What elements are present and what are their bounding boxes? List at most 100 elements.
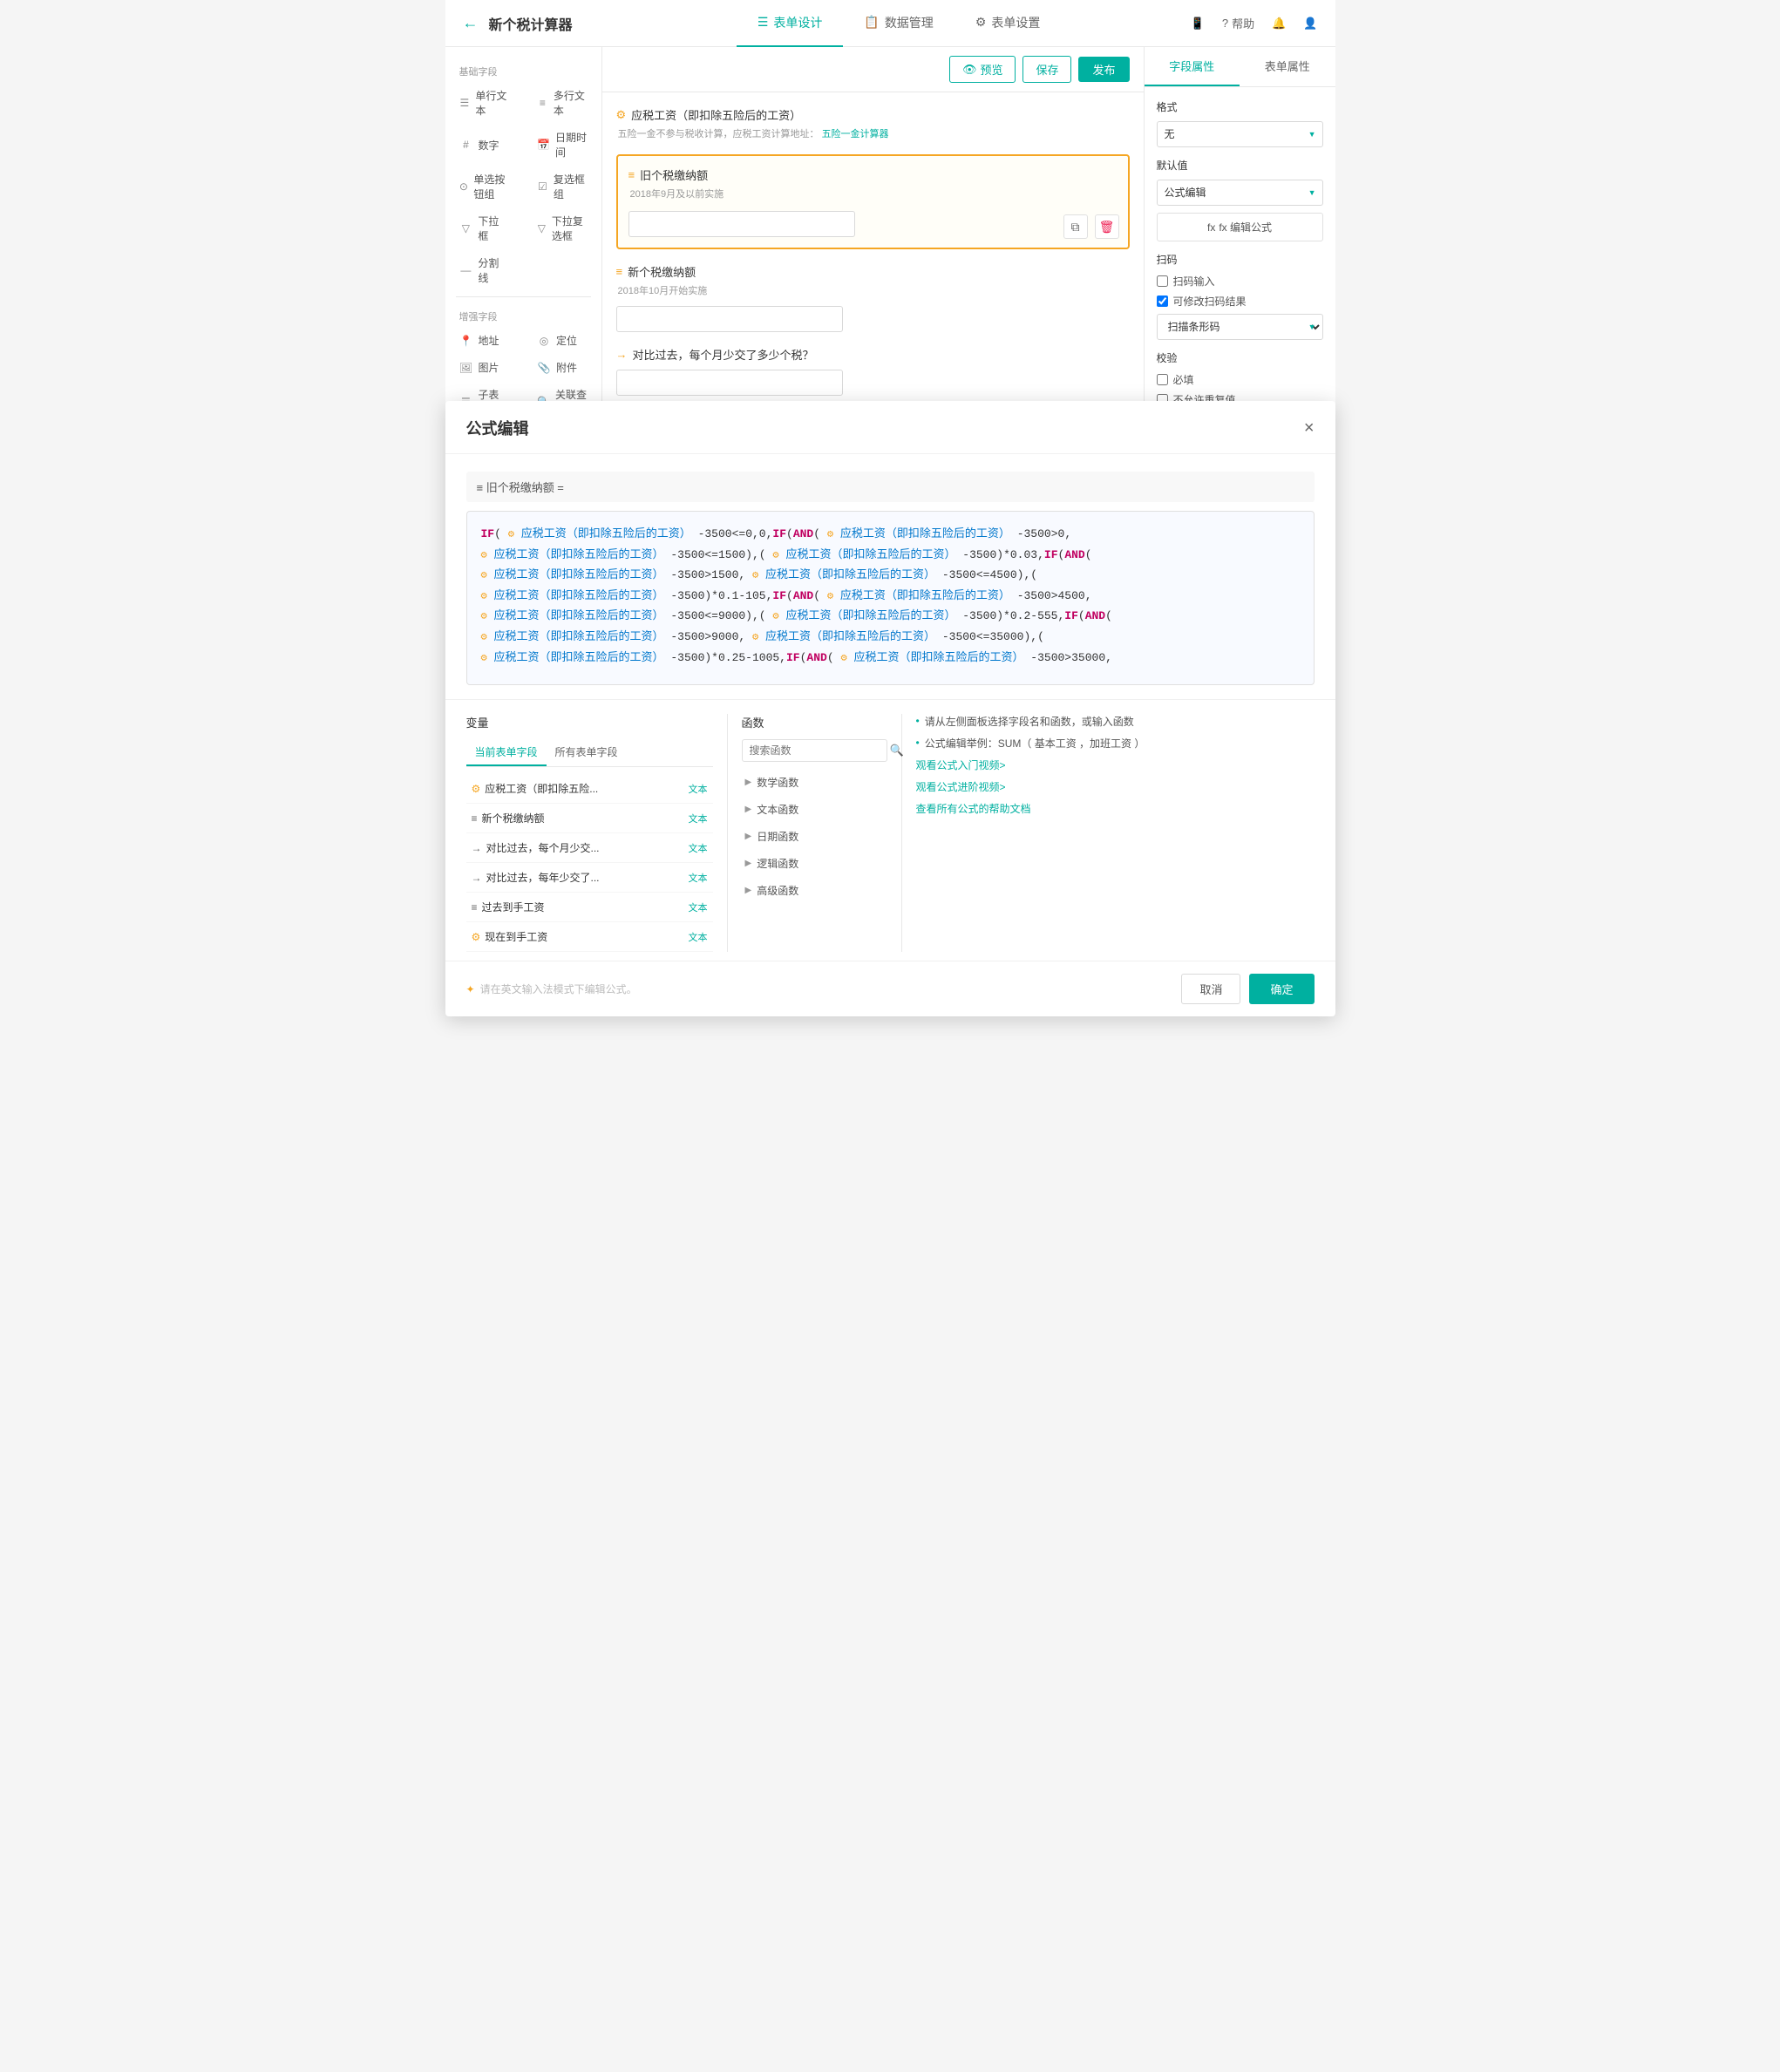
scan-input-checkbox[interactable] — [1157, 275, 1168, 287]
format-select[interactable]: 无 — [1157, 121, 1323, 147]
back-button[interactable]: ← — [463, 14, 479, 32]
tab-data-management-label: 数据管理 — [885, 14, 934, 31]
form-settings-icon: ⚙ — [975, 15, 987, 30]
taxable-income-sublabel: 五险一金不参与税收计算，应税工资计算地址： 五险一金计算器 — [618, 126, 1130, 140]
address-icon: 📍 — [459, 334, 473, 348]
default-value-section-title: 默认值 — [1157, 158, 1323, 173]
func-category-date[interactable]: ▶ 日期函数 — [742, 823, 887, 850]
copy-field-button[interactable]: ⧉ — [1063, 214, 1088, 239]
scan-type-select[interactable]: 扫描条形码 — [1157, 314, 1323, 340]
bell-icon-btn[interactable]: 🔔 — [1272, 17, 1286, 31]
field-new-tax: ≡ 新个税缴纳额 2018年10月开始实施 — [616, 263, 1130, 332]
preview-button[interactable]: 👁 预览 — [949, 56, 1016, 83]
sidebar-item-single-text[interactable]: ☰ 单行文本 — [445, 82, 524, 124]
text-arrow-icon: ▶ — [745, 805, 752, 814]
logic-arrow-icon: ▶ — [745, 859, 752, 868]
formula-editor-title: 公式编辑 — [466, 417, 529, 439]
save-button[interactable]: 保存 — [1022, 56, 1071, 83]
tab-field-props[interactable]: 字段属性 — [1145, 47, 1240, 86]
sidebar-item-number[interactable]: # 数字 — [445, 124, 524, 166]
func-search-box: 🔍 — [742, 739, 887, 762]
publish-button[interactable]: 发布 — [1078, 57, 1129, 82]
tab-data-management[interactable]: 📋 数据管理 — [843, 0, 954, 47]
sidebar-item-multi-text[interactable]: ≡ 多行文本 — [523, 82, 601, 124]
cancel-button[interactable]: 取消 — [1181, 974, 1240, 1004]
confirm-button[interactable]: 确定 — [1249, 974, 1314, 1004]
sidebar-item-datetime[interactable]: 📅 日期时间 — [523, 124, 601, 166]
help-link-2[interactable]: 观看公式进阶视频> — [916, 779, 1315, 794]
field-taxable-income: ⚙ 应税工资（即扣除五险后的工资） 五险一金不参与税收计算，应税工资计算地址： … — [616, 106, 1130, 140]
sidebar-item-address[interactable]: 📍 地址 — [445, 327, 524, 354]
basic-fields-grid: ☰ 单行文本 ≡ 多行文本 # 数字 📅 日期时间 ⊙ 单选按钮组 — [445, 82, 601, 291]
formula-bottom-panel: 变量 当前表单字段 所有表单字段 ⚙ 应税工资（即扣除五险... 文本 ≡ 新个… — [445, 699, 1335, 952]
default-value-select[interactable]: 公式编辑 — [1157, 180, 1323, 206]
tab-current-fields[interactable]: 当前表单字段 — [466, 739, 547, 766]
default-value-select-wrap: 公式编辑 — [1157, 180, 1323, 206]
var-item-3[interactable]: → 对比过去，每年少交了... 文本 — [466, 863, 713, 893]
monthly-diff-input[interactable] — [616, 370, 843, 396]
new-tax-input[interactable] — [616, 306, 843, 332]
formula-code-area[interactable]: IF( ⚙ 应税工资（即扣除五险后的工资） -3500<=0,0,IF(AND(… — [466, 511, 1315, 685]
func-category-logic[interactable]: ▶ 逻辑函数 — [742, 850, 887, 877]
sidebar-item-multi-select[interactable]: ▽ 下拉复选框 — [523, 207, 601, 249]
location-icon: ◎ — [537, 334, 551, 348]
sidebar-item-image[interactable]: 🖼 图片 — [445, 354, 524, 381]
taxable-income-link[interactable]: 五险一金计算器 — [822, 129, 889, 139]
taxable-income-icon: ⚙ — [616, 108, 627, 122]
required-label: 必填 — [1173, 372, 1194, 387]
new-tax-sublabel: 2018年10月开始实施 — [618, 283, 1130, 297]
sidebar-item-attachment[interactable]: 📎 附件 — [523, 354, 601, 381]
functions-label: 函数 — [742, 714, 887, 730]
sidebar-item-select[interactable]: ▽ 下拉框 — [445, 207, 524, 249]
var-item-2[interactable]: → 对比过去，每个月少交... 文本 — [466, 833, 713, 863]
eye-icon: 👁 — [962, 63, 977, 77]
footer-buttons: 取消 确定 — [1181, 974, 1314, 1004]
sidebar-item-checkbox[interactable]: ☑ 复选框组 — [523, 166, 601, 207]
field-monthly-diff: → 对比过去，每个月少交了多少个税？ — [616, 346, 1130, 396]
sidebar-divider-1 — [456, 296, 591, 297]
scan-input-checkbox-item: 扫码输入 — [1157, 274, 1323, 289]
var-item-0[interactable]: ⚙ 应税工资（即扣除五险... 文本 — [466, 774, 713, 804]
tab-form-props[interactable]: 表单属性 — [1240, 47, 1335, 86]
tab-form-settings[interactable]: ⚙ 表单设置 — [955, 0, 1062, 47]
var-label-0: 应税工资（即扣除五险... — [485, 781, 598, 796]
formula-editor: 公式编辑 × ≡ 旧个税缴纳额 = IF( ⚙ 应税工资（即扣除五险后的工资） … — [445, 401, 1335, 1016]
help-circle-icon: ? — [1222, 17, 1228, 30]
func-category-math[interactable]: ▶ 数学函数 — [742, 769, 887, 796]
old-tax-input[interactable] — [628, 211, 855, 237]
new-tax-icon: ≡ — [616, 265, 623, 278]
help-link-1[interactable]: 观看公式入门视频> — [916, 757, 1315, 772]
tab-all-fields[interactable]: 所有表单字段 — [547, 739, 627, 766]
mobile-icon-btn[interactable]: 📱 — [1191, 17, 1205, 31]
func-category-advanced[interactable]: ▶ 高级函数 — [742, 877, 887, 904]
var-label-1: 新个税缴纳额 — [482, 811, 545, 825]
var-item-4[interactable]: ≡ 过去到手工资 文本 — [466, 893, 713, 922]
help-link-3[interactable]: 查看所有公式的帮助文档 — [916, 801, 1315, 816]
formula-editor-header: 公式编辑 × — [445, 401, 1335, 454]
tab-form-design[interactable]: ☰ 表单设计 — [737, 0, 844, 47]
func-search-input[interactable] — [750, 744, 885, 757]
sidebar-item-location[interactable]: ◎ 定位 — [523, 327, 601, 354]
formula-editor-body: ≡ 旧个税缴纳额 = IF( ⚙ 应税工资（即扣除五险后的工资） -3500<=… — [445, 454, 1335, 685]
edit-scan-checkbox[interactable] — [1157, 296, 1168, 307]
required-checkbox-item: 必填 — [1157, 372, 1323, 387]
required-checkbox[interactable] — [1157, 374, 1168, 385]
var-type-2: 文本 — [689, 841, 708, 855]
old-tax-actions: ⧉ 🗑 — [1063, 214, 1119, 239]
sidebar-item-divider[interactable]: — 分割线 — [445, 249, 524, 291]
right-panel-tabs: 字段属性 表单属性 — [1145, 47, 1335, 87]
edit-formula-button[interactable]: fx fx 编辑公式 — [1157, 213, 1323, 241]
help-btn[interactable]: ? 帮助 — [1222, 15, 1254, 31]
formula-close-button[interactable]: × — [1304, 418, 1315, 438]
user-icon-btn[interactable]: 👤 — [1303, 17, 1317, 31]
func-category-text[interactable]: ▶ 文本函数 — [742, 796, 887, 823]
var-item-5[interactable]: ⚙ 现在到手工资 文本 — [466, 922, 713, 952]
scan-section-title: 扫码 — [1157, 252, 1323, 267]
delete-field-button[interactable]: 🗑 — [1095, 214, 1119, 239]
var-item-1[interactable]: ≡ 新个税缴纳额 文本 — [466, 804, 713, 833]
advanced-arrow-icon: ▶ — [745, 886, 752, 895]
var-type-0: 文本 — [689, 782, 708, 796]
checkbox-icon: ☑ — [537, 180, 548, 194]
sidebar-item-radio[interactable]: ⊙ 单选按钮组 — [445, 166, 524, 207]
tab-form-design-label: 表单设计 — [773, 14, 822, 31]
